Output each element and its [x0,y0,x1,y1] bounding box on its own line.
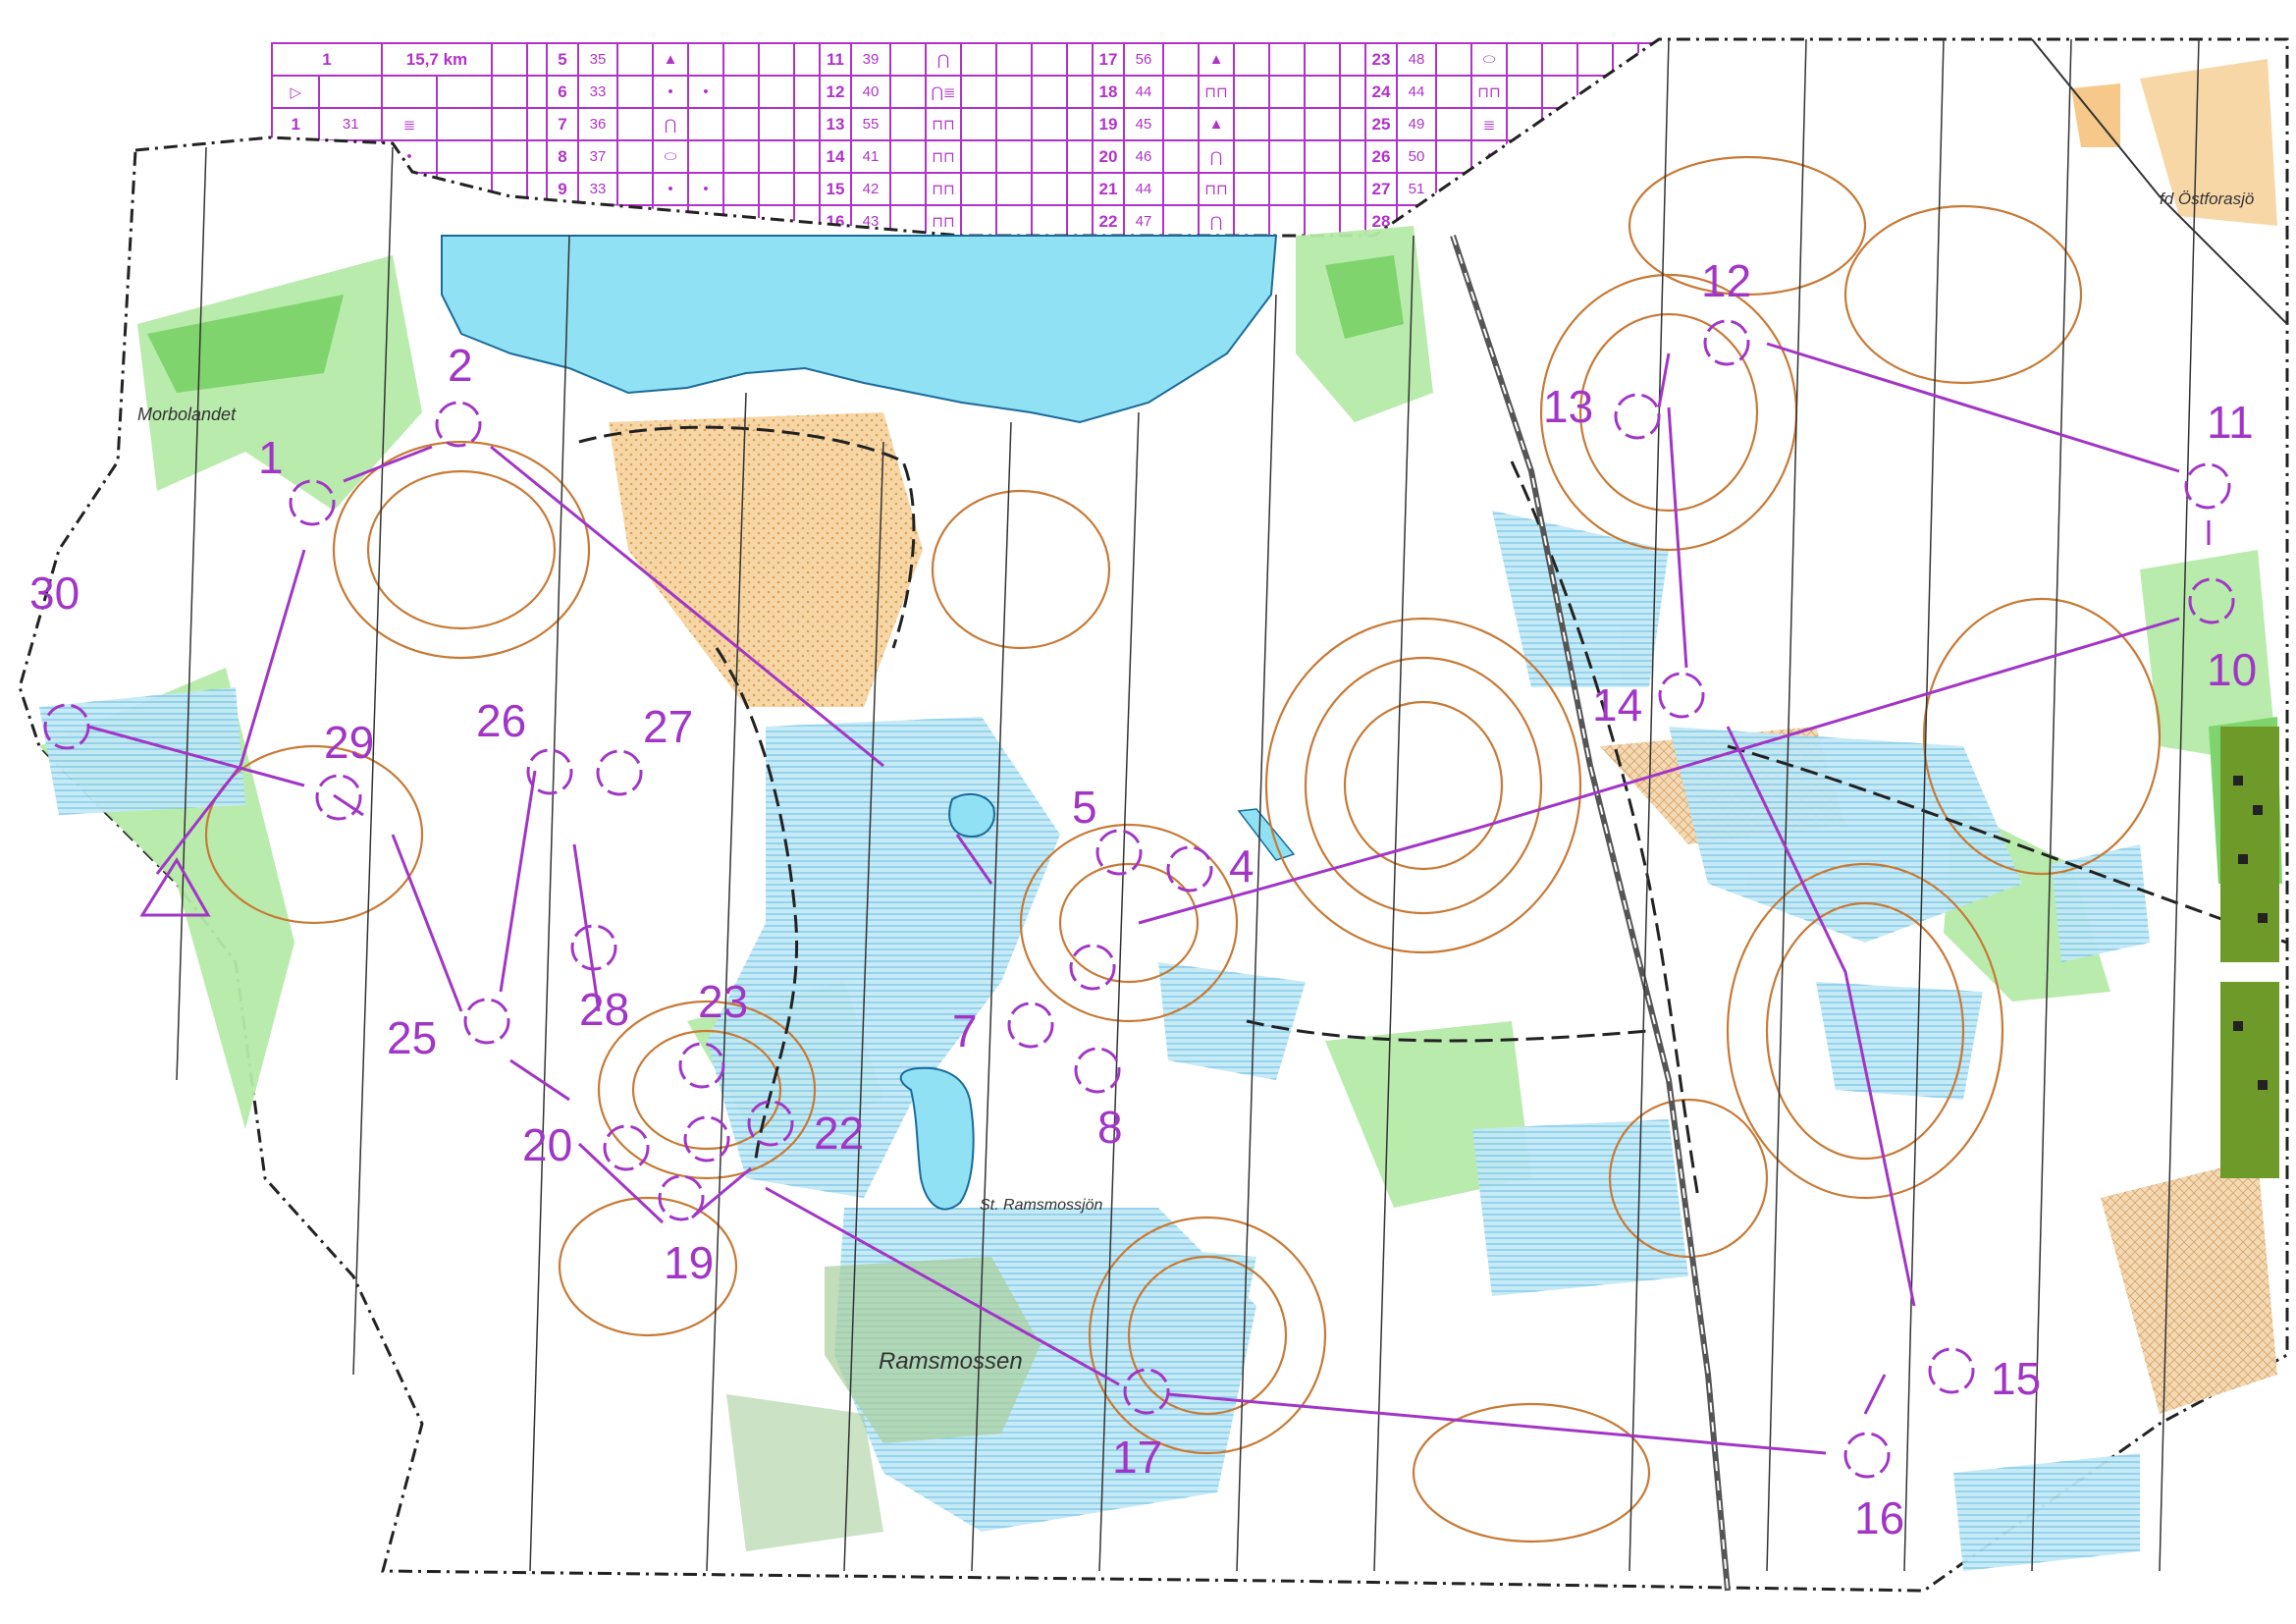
control-label: 5 [1072,782,1097,833]
control-label: 11 [2207,397,2254,448]
buildings [2220,727,2279,1178]
control-label: 29 [324,717,374,768]
control-label: 8 [1097,1102,1123,1153]
control-label: 27 [643,701,693,752]
control-label: 30 [29,568,80,619]
place-name-ostforasjon: fd Östforasjö [2160,189,2254,208]
place-name-st-ramsmossjon: St. Ramsmossjön [980,1197,1102,1214]
control-label: 10 [2207,644,2257,695]
control-label: 7 [952,1005,978,1056]
control-label: 20 [522,1119,572,1170]
control-label: 28 [579,984,629,1035]
orienteering-map: 1 2 4 5 7 8 10 11 12 13 14 15 16 17 19 2… [18,37,2289,1593]
pond [948,792,995,839]
control-label: 1 [258,432,284,483]
control-label: 26 [476,695,526,746]
control-label: 23 [698,976,748,1027]
control-label: 17 [1112,1432,1162,1483]
control-label: 19 [664,1237,714,1288]
control-label: 2 [448,340,473,391]
control-label: 25 [387,1012,437,1063]
control-label: 14 [1592,679,1642,731]
control-label: 22 [814,1108,864,1159]
place-name-morbolandet: Morbolandet [137,405,237,424]
control-label: 15 [1991,1353,2041,1404]
control-label: 16 [1854,1492,1904,1543]
bog [726,1394,883,1551]
place-name-ramsmossen: Ramsmossen [879,1348,1023,1375]
control-label: 4 [1229,840,1255,892]
control-label: 12 [1701,255,1751,306]
control-label: 13 [1543,381,1593,432]
